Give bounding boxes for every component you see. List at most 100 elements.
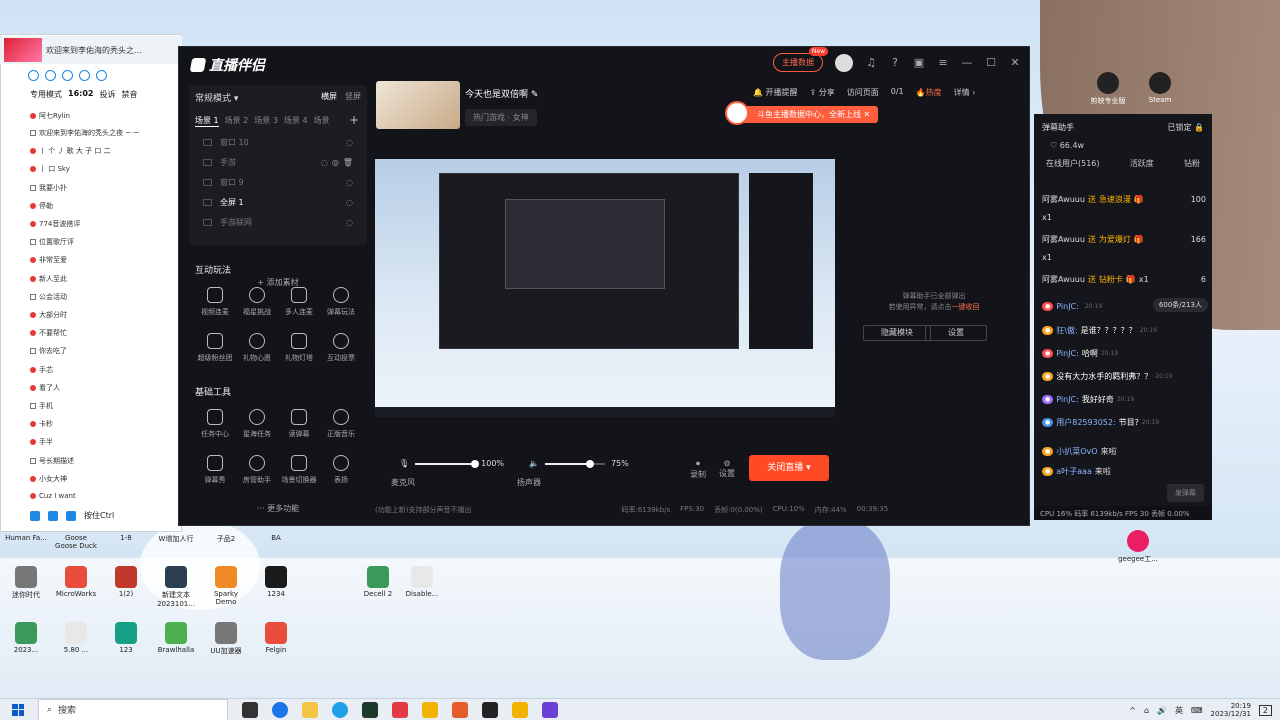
visibility-icon[interactable]: ◌: [321, 158, 328, 167]
tool-basic-0[interactable]: 任务中心: [197, 409, 233, 439]
tool-interactive-4[interactable]: 超级粉丝团: [197, 333, 233, 363]
mode-dropdown[interactable]: 常规模式 ▾: [195, 91, 238, 104]
desktop-icon[interactable]: geegee工...: [1118, 530, 1158, 564]
tool-interactive-7[interactable]: 互动投票: [323, 333, 359, 363]
close-icon[interactable]: ✕: [1009, 56, 1021, 69]
chat-line[interactable]: 手机: [30, 401, 180, 411]
audition-icon[interactable]: [362, 701, 378, 718]
record-button[interactable]: ⏺ 录制: [685, 459, 711, 480]
desktop-icon[interactable]: Steam: [1140, 72, 1180, 104]
desktop-icon[interactable]: 1-8: [104, 534, 148, 542]
tool-interactive-6[interactable]: 礼物灯塔: [281, 333, 317, 363]
chat-line[interactable]: Cuz I want: [30, 492, 180, 500]
skin-icon[interactable]: ▣: [913, 56, 925, 69]
visibility-icon[interactable]: ◌: [346, 138, 353, 147]
room-title[interactable]: 今天也是双倍啊 ✎: [465, 87, 538, 100]
scene-tab[interactable]: 场景 2: [225, 115, 249, 127]
scene-tab[interactable]: 场景 1: [195, 115, 219, 127]
ime-indicator[interactable]: 英: [1175, 705, 1183, 716]
chat-line[interactable]: 丨 个 丿 歌 大 子 口 二: [30, 146, 180, 156]
chat-line[interactable]: 公会活动: [30, 292, 180, 302]
details-button[interactable]: 详情 ›: [954, 87, 976, 98]
tool-basic-2[interactable]: 读弹幕: [281, 409, 317, 439]
desktop-icon[interactable]: 新建文本 2023101...: [154, 566, 198, 608]
push-to-talk-label[interactable]: 按住Ctrl: [84, 510, 114, 521]
speaker-volume[interactable]: 🔈 75%: [529, 459, 629, 468]
visibility-icon[interactable]: ◌: [346, 198, 353, 207]
desktop-icon[interactable]: Sparky Demo: [204, 566, 248, 606]
chat-line[interactable]: 卡秒: [30, 419, 180, 429]
desktop-icon[interactable]: 剪映专业版: [1088, 72, 1128, 106]
lock-toggle[interactable]: 已锁定 🔒: [1167, 122, 1204, 133]
portrait-toggle[interactable]: 竖屏: [345, 91, 361, 102]
equalizer-icon[interactable]: [66, 510, 76, 521]
desktop-icon[interactable]: UU加速器: [204, 622, 248, 656]
danmu-tab[interactable]: 钻粉: [1184, 158, 1200, 169]
mute-tab[interactable]: 禁音: [121, 89, 137, 100]
settings-icon[interactable]: [96, 70, 107, 81]
start-button[interactable]: [12, 703, 24, 716]
chat-line[interactable]: 手半: [30, 437, 180, 447]
source-item[interactable]: 手游联网 ◌: [203, 217, 353, 228]
chat-line[interactable]: 不要帮忙: [30, 328, 180, 338]
tool-interactive-5[interactable]: 礼物心愿: [239, 333, 275, 363]
chat-line[interactable]: 我要小扑: [30, 183, 180, 193]
stream-preview[interactable]: [375, 159, 835, 417]
tool-interactive-3[interactable]: 弹幕玩法: [323, 287, 359, 317]
chat-user-line[interactable]: 阿七Rylin: [30, 111, 180, 121]
delete-icon[interactable]: 🗑: [343, 158, 353, 167]
source-item[interactable]: 窗口 10 ◌: [203, 137, 353, 148]
douyu-icon[interactable]: [422, 701, 438, 718]
network-icon[interactable]: ⌂: [1144, 706, 1149, 715]
desktop-icon[interactable]: 123: [104, 622, 148, 654]
send-danmu-button[interactable]: 发弹幕: [1167, 484, 1204, 502]
visibility-icon[interactable]: ◌: [346, 218, 353, 227]
add-scene-icon[interactable]: +: [349, 113, 359, 127]
tool-interactive-2[interactable]: 多人连麦: [281, 287, 317, 317]
edge-icon[interactable]: [332, 701, 348, 718]
complaint-tab[interactable]: 投诉: [99, 89, 115, 100]
tray-up-icon[interactable]: ^: [1129, 706, 1136, 715]
volume-icon[interactable]: 🔊: [1157, 706, 1167, 715]
chat-titlebar[interactable]: 欢迎来到李佑海的秃头之...: [0, 36, 182, 64]
desktop-icon[interactable]: 5.80 ...: [54, 622, 98, 654]
room-category[interactable]: 热门游戏 · 女神: [465, 109, 537, 126]
location-icon[interactable]: [62, 70, 73, 81]
lock-icon[interactable]: ◎: [332, 158, 339, 167]
landscape-toggle[interactable]: 横屏: [321, 91, 337, 102]
douyu-companion-icon[interactable]: [512, 701, 528, 718]
desktop-icon[interactable]: 子品2: [204, 534, 248, 544]
tool-basic-4[interactable]: 弹幕秀: [197, 455, 233, 485]
vs-icon[interactable]: [542, 701, 558, 718]
chat-line[interactable]: 停勒: [30, 201, 180, 211]
source-item[interactable]: 全屏 1 ◌: [203, 197, 353, 208]
chat-line[interactable]: 看了人: [30, 383, 180, 393]
scene-tab[interactable]: 场景 3: [254, 115, 278, 127]
help-icon[interactable]: ?: [889, 56, 901, 69]
danmu-tab[interactable]: 活跃度: [1130, 158, 1154, 169]
danmu-tab[interactable]: 在线用户(516): [1046, 158, 1100, 169]
mic-slider[interactable]: [471, 459, 480, 468]
room-thumbnail[interactable]: [376, 81, 460, 129]
game-icon[interactable]: [452, 701, 468, 718]
tool-basic-5[interactable]: 房管助手: [239, 455, 275, 485]
desktop-icon[interactable]: Decell 2: [356, 566, 400, 598]
tool-basic-1[interactable]: 星海任务: [239, 409, 275, 439]
capcut-icon[interactable]: [482, 701, 498, 718]
source-item[interactable]: 手游 ◌ ◎ 🗑: [203, 157, 353, 168]
mic-icon[interactable]: 🎙: [399, 459, 409, 468]
visit-page-button[interactable]: 访问页面: [847, 87, 879, 98]
scene-tab[interactable]: 场景: [314, 115, 330, 127]
notification-icon[interactable]: 2: [1258, 704, 1272, 716]
keyboard-icon[interactable]: ⌨: [1191, 706, 1203, 715]
recall-link[interactable]: 一键收回: [952, 303, 980, 311]
chat-line[interactable]: 位置歌厅评: [30, 237, 180, 247]
tool-interactive-1[interactable]: 福星挑战: [239, 287, 275, 317]
star-icon[interactable]: [79, 70, 90, 81]
chat-line[interactable]: 小女大神: [30, 474, 180, 484]
user-avatar[interactable]: [835, 53, 853, 72]
chat-settings-button[interactable]: 设置: [925, 325, 987, 341]
chat-line[interactable]: 丨 口 Sky: [30, 164, 180, 174]
remind-button[interactable]: 🔔 开播提醒: [753, 87, 798, 98]
desktop-icon[interactable]: W增加人行: [154, 534, 198, 544]
